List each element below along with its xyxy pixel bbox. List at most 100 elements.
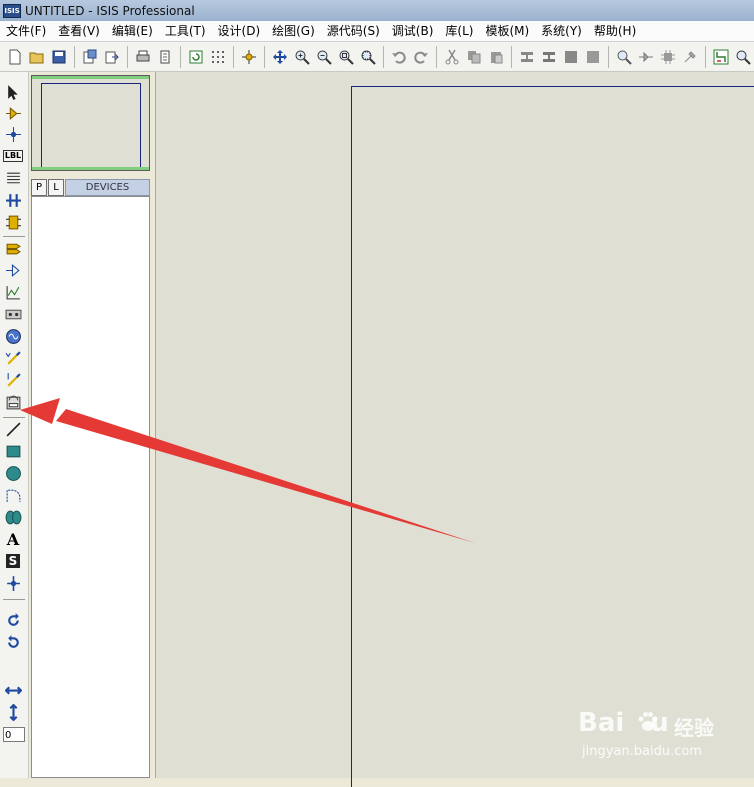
pick-devices-button[interactable]: P (31, 179, 47, 196)
box-2d-icon[interactable] (3, 441, 23, 461)
new-icon[interactable] (5, 47, 25, 67)
editing-canvas[interactable] (155, 72, 754, 787)
overview-sheet-frame (41, 83, 141, 168)
menu-edit[interactable]: 编辑(E) (106, 21, 159, 41)
block-copy-icon[interactable] (517, 47, 537, 67)
zoom-all-icon[interactable] (336, 47, 356, 67)
path-2d-icon[interactable] (3, 507, 23, 527)
block-rotate-icon[interactable] (561, 47, 581, 67)
devices-header: DEVICES (65, 179, 150, 196)
copy-icon[interactable] (464, 47, 484, 67)
block-move-icon[interactable] (539, 47, 559, 67)
menu-graph[interactable]: 绘图(G) (266, 21, 321, 41)
junction-dot-icon[interactable] (3, 124, 23, 144)
overview-edge-bottom (32, 167, 149, 170)
menu-library[interactable]: 库(L) (439, 21, 479, 41)
arc-2d-icon[interactable] (3, 485, 23, 505)
export-icon[interactable] (102, 47, 122, 67)
refresh-icon[interactable] (186, 47, 206, 67)
device-pins-icon[interactable] (3, 260, 23, 280)
app-icon: ISIS (3, 3, 21, 18)
subcircuit-icon[interactable] (3, 212, 23, 232)
print-area-icon[interactable] (155, 47, 175, 67)
selection-mode-icon[interactable] (3, 82, 23, 102)
undo-icon[interactable] (389, 47, 409, 67)
voltage-probe-icon[interactable] (3, 348, 23, 368)
virtual-instruments-icon[interactable] (3, 392, 23, 412)
mirror-x-icon[interactable] (3, 680, 23, 700)
pick-device-icon[interactable] (614, 47, 634, 67)
circle-2d-icon[interactable] (3, 463, 23, 483)
window-title: UNTITLED - ISIS Professional (25, 3, 195, 18)
pan-icon[interactable] (270, 47, 290, 67)
decompose-icon[interactable] (680, 47, 700, 67)
toolbar-separator (383, 45, 384, 68)
menu-tools[interactable]: 工具(T) (159, 21, 212, 41)
rotate-ccw-icon[interactable] (3, 632, 23, 652)
title-bar: ISIS UNTITLED - ISIS Professional (0, 0, 754, 21)
wire-label-icon[interactable]: LBL (2, 146, 24, 166)
toolbar-separator (511, 45, 512, 68)
menu-template[interactable]: 模板(M) (479, 21, 535, 41)
cut-icon[interactable] (442, 47, 462, 67)
toolbar-separator (3, 236, 25, 237)
menu-help[interactable]: 帮助(H) (588, 21, 642, 41)
paste-icon[interactable] (486, 47, 506, 67)
toolbar-separator (180, 45, 181, 68)
buses-icon[interactable] (3, 190, 23, 210)
origin-icon[interactable] (239, 47, 259, 67)
watermark-jingyan: 经验 (674, 716, 714, 740)
toolbar-separator (127, 45, 128, 68)
redo-icon[interactable] (411, 47, 431, 67)
toolbar-separator (3, 599, 25, 600)
wire-autorouter-icon[interactable] (711, 47, 731, 67)
block-delete-icon[interactable] (583, 47, 603, 67)
print-icon[interactable] (133, 47, 153, 67)
toolbar-separator (3, 417, 25, 418)
generator-icon[interactable] (3, 326, 23, 346)
sheet-border (351, 86, 754, 787)
toolbar-separator (264, 45, 265, 68)
packaging-icon[interactable] (658, 47, 678, 67)
current-probe-icon[interactable] (3, 370, 23, 390)
menu-file[interactable]: 文件(F) (0, 21, 52, 41)
menu-system[interactable]: 系统(Y) (535, 21, 588, 41)
graph-icon[interactable] (3, 282, 23, 302)
tape-recorder-icon[interactable] (3, 304, 23, 324)
library-manager-button[interactable]: L (48, 179, 64, 196)
menu-design[interactable]: 设计(D) (212, 21, 267, 41)
toolbar-separator (74, 45, 75, 68)
text-script-icon[interactable] (3, 168, 23, 188)
mirror-y-icon[interactable] (3, 702, 23, 722)
toolbar-separator (436, 45, 437, 68)
line-2d-icon[interactable] (3, 419, 23, 439)
markers-2d-icon[interactable] (3, 573, 23, 593)
rotate-cw-icon[interactable] (3, 610, 23, 630)
overview-edge-top (32, 76, 149, 79)
search-icon[interactable] (733, 47, 753, 67)
text-2d-icon[interactable]: A (3, 529, 23, 549)
rotation-angle-field[interactable]: 0 (3, 727, 25, 742)
zoom-area-icon[interactable] (358, 47, 378, 67)
zoom-out-icon[interactable] (314, 47, 334, 67)
overview-window[interactable] (31, 75, 150, 171)
import-icon[interactable] (80, 47, 100, 67)
menu-source[interactable]: 源代码(S) (321, 21, 386, 41)
menu-debug[interactable]: 调试(B) (386, 21, 440, 41)
save-icon[interactable] (49, 47, 69, 67)
device-list[interactable] (31, 196, 150, 778)
device-panel: P L DEVICES (29, 72, 152, 778)
main-toolbar (0, 42, 754, 72)
menu-view[interactable]: 查看(V) (52, 21, 106, 41)
zoom-in-icon[interactable] (292, 47, 312, 67)
grid-icon[interactable] (208, 47, 228, 67)
component-mode-icon[interactable] (3, 103, 23, 123)
terminals-icon[interactable] (3, 238, 23, 258)
watermark: Bai u 经验 jingyan.baidu.com (578, 708, 748, 774)
menu-bar: 文件(F) 查看(V) 编辑(E) 工具(T) 设计(D) 绘图(G) 源代码(… (0, 21, 754, 42)
device-selector-bar: P L DEVICES (31, 179, 150, 196)
symbol-2d-icon[interactable]: S (3, 551, 23, 571)
make-device-icon[interactable] (636, 47, 656, 67)
open-icon[interactable] (27, 47, 47, 67)
toolbar-separator (705, 45, 706, 68)
